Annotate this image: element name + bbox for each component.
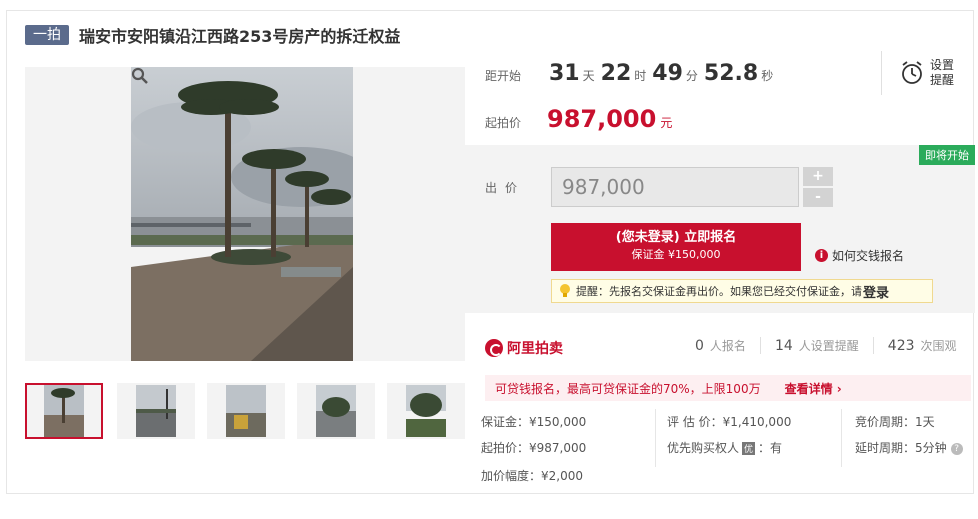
extension-period-detail: 延时周期：5分钟? <box>855 439 963 456</box>
thumbnail-image <box>406 385 446 437</box>
auction-stats-row: 阿里拍卖 0 人报名 14 人设置提醒 423 次围观 <box>485 337 971 359</box>
bid-panel: 即将开始 出价 + - (您未登录) 立即报名 保证金 ¥150,000 i 如… <box>465 145 975 313</box>
zoom-icon[interactable] <box>131 67 149 85</box>
bid-stepper: + - <box>803 167 833 209</box>
stat-reminders: 14 人设置提醒 <box>759 337 873 354</box>
thumbnail-image <box>136 385 176 437</box>
thumbnail-image <box>316 385 356 437</box>
info-icon: i <box>815 249 828 262</box>
thumbnail[interactable] <box>387 383 465 439</box>
reminder-line-2: 提醒 <box>930 73 955 87</box>
item-title: 瑞安市安阳镇沿江西路253号房产的拆迁权益 <box>79 27 401 46</box>
thumbnail[interactable] <box>207 383 285 439</box>
thumbnail[interactable] <box>117 383 195 439</box>
palm-promenade-photo <box>131 67 353 361</box>
reminder-label: 设置 提醒 <box>930 58 954 88</box>
thumbnail-image <box>44 385 84 437</box>
signup-button[interactable]: (您未登录) 立即报名 保证金 ¥150,000 <box>551 223 801 271</box>
stat-number: 14 <box>774 338 793 354</box>
start-price-label: 起拍价 <box>485 116 522 130</box>
main-photo[interactable] <box>25 67 465 361</box>
increment-detail: 加价幅度：¥2,000 <box>481 469 583 483</box>
stat-views: 423 次围观 <box>872 337 971 354</box>
how-to-pay-link[interactable]: i 如何交钱报名 <box>815 247 904 264</box>
thumbnail-image <box>226 385 266 437</box>
reminder-line-1: 设置 <box>930 58 955 72</box>
signup-deposit-label: 保证金 ¥150,000 <box>631 248 721 261</box>
loan-text: 可贷钱报名，最高可贷保证金的70%，上限100万 <box>495 381 761 396</box>
increase-bid-button[interactable]: + <box>803 167 833 186</box>
stats: 0 人报名 14 人设置提醒 423 次围观 <box>681 337 971 354</box>
start-price-unit: 元 <box>660 116 673 130</box>
column-divider <box>841 409 842 467</box>
start-price-row: 起拍价 987,000 元 <box>485 105 672 133</box>
bid-label: 出价 <box>485 181 526 195</box>
loan-details-link[interactable]: 查看详情 › <box>785 380 842 397</box>
stat-label: 人报名 <box>709 339 746 353</box>
thumbnail[interactable] <box>25 383 103 439</box>
countdown-days-unit: 天 <box>582 69 595 83</box>
login-link[interactable]: 登录 <box>863 282 889 301</box>
signup-button-label: (您未登录) 立即报名 <box>615 230 737 245</box>
lightbulb-icon <box>560 284 570 297</box>
thumbnail[interactable] <box>297 383 375 439</box>
countdown-seconds-unit: 秒 <box>761 69 774 83</box>
countdown-minutes-unit: 分 <box>685 69 698 83</box>
alarm-clock-icon <box>902 61 922 84</box>
stat-number: 423 <box>887 338 915 354</box>
set-reminder-button[interactable]: 设置 提醒 <box>881 51 975 95</box>
appraisal-detail: 评 估 价：¥1,410,000 <box>667 415 792 429</box>
extension-text: 延时周期：5分钟 <box>855 441 947 455</box>
auction-item-panel: 一拍 瑞安市安阳镇沿江西路253号房产的拆迁权益 距开始 31 天 22 时 4… <box>6 10 975 494</box>
start-price-value: 987,000 <box>547 105 657 133</box>
login-tip: 提醒：先报名交保证金再出价。如果您已经交付保证金，请 登录 <box>551 279 933 303</box>
countdown-label: 距开始 <box>485 69 522 83</box>
column-divider <box>655 409 656 467</box>
ali-auction-logo: 阿里拍卖 <box>485 338 563 358</box>
ali-auction-logo-text: 阿里拍卖 <box>507 341 563 357</box>
countdown-days: 31 <box>549 61 580 86</box>
countdown-hours-unit: 时 <box>634 69 647 83</box>
countdown-minutes: 49 <box>652 61 683 86</box>
ali-auction-logo-icon <box>485 339 503 357</box>
bid-amount-input[interactable] <box>551 167 799 207</box>
title-row: 一拍 瑞安市安阳镇沿江西路253号房产的拆迁权益 <box>25 23 400 47</box>
start-price-detail: 起拍价：¥987,000 <box>481 441 587 455</box>
auction-round-badge: 一拍 <box>25 25 69 45</box>
countdown: 距开始 31 天 22 时 49 分 52.8 秒 <box>485 61 779 86</box>
priority-badge: 优 <box>742 442 756 455</box>
bidding-period-detail: 竞价周期：1天 <box>855 415 935 429</box>
deposit-detail: 保证金：¥150,000 <box>481 415 587 429</box>
countdown-hours: 22 <box>600 61 632 86</box>
how-to-pay-label: 如何交钱报名 <box>832 249 905 263</box>
status-badge: 即将开始 <box>919 145 975 165</box>
stat-number: 0 <box>695 338 704 354</box>
decrease-bid-button[interactable]: - <box>803 188 833 207</box>
tip-text: 提醒：先报名交保证金再出价。如果您已经交付保证金，请 <box>576 285 862 298</box>
countdown-seconds: 52.8 <box>703 61 759 86</box>
priority-value: ：有 <box>758 441 783 455</box>
priority-label: 优先购买权人 <box>667 441 740 455</box>
loan-banner: 可贷钱报名，最高可贷保证金的70%，上限100万 查看详情 › <box>485 375 971 401</box>
stat-label: 人设置提醒 <box>798 339 859 353</box>
help-icon[interactable]: ? <box>950 442 963 455</box>
stat-label: 次围观 <box>920 339 957 353</box>
priority-buyer-detail: 优先购买权人优：有 <box>667 439 782 456</box>
thumbnail-strip <box>25 383 465 439</box>
stat-signups: 0 人报名 <box>681 337 760 354</box>
